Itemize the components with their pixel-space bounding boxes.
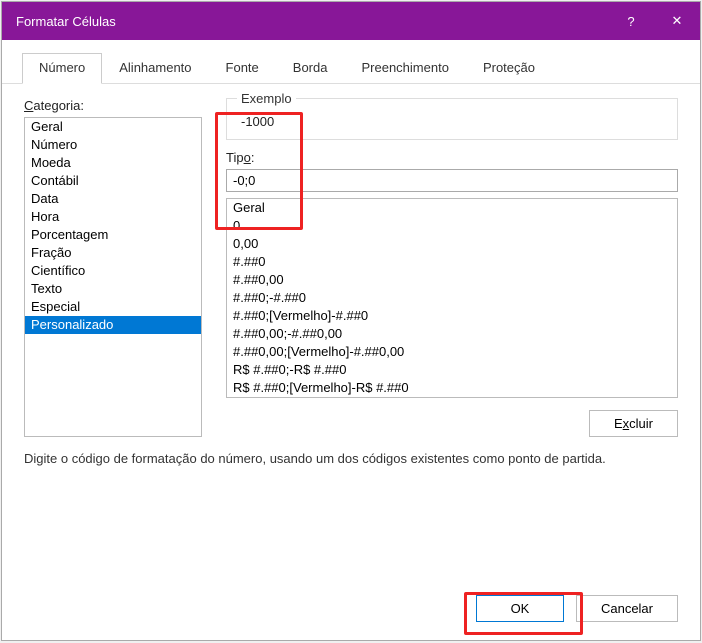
- hint-text: Digite o código de formatação do número,…: [24, 451, 678, 466]
- format-item[interactable]: #.##0;[Vermelho]-#.##0: [227, 307, 677, 325]
- example-legend: Exemplo: [237, 91, 296, 106]
- help-icon: ?: [627, 14, 634, 29]
- format-item[interactable]: #.##0: [227, 253, 677, 271]
- format-item[interactable]: Geral: [227, 199, 677, 217]
- tab-protecao[interactable]: Proteção: [466, 53, 552, 84]
- format-listbox[interactable]: Geral00,00#.##0#.##0,00#.##0;-#.##0#.##0…: [226, 198, 678, 398]
- window-title: Formatar Células: [16, 14, 116, 29]
- tipo-input[interactable]: [226, 169, 678, 192]
- tab-alinhamento[interactable]: Alinhamento: [102, 53, 208, 84]
- format-item[interactable]: 0: [227, 217, 677, 235]
- example-box: Exemplo -1000: [226, 98, 678, 140]
- format-cells-dialog: Formatar Células ? ✕ Número Alinhamento …: [1, 1, 701, 641]
- category-item[interactable]: Contábil: [25, 172, 201, 190]
- category-item[interactable]: Fração: [25, 244, 201, 262]
- ok-button[interactable]: OK: [476, 595, 564, 622]
- category-item[interactable]: Moeda: [25, 154, 201, 172]
- format-item[interactable]: #.##0,00;[Vermelho]-#.##0,00: [227, 343, 677, 361]
- example-value: -1000: [227, 114, 677, 129]
- help-button[interactable]: ?: [608, 2, 654, 40]
- format-item[interactable]: 0,00: [227, 235, 677, 253]
- titlebar: Formatar Células ? ✕: [2, 2, 700, 40]
- format-item[interactable]: R$ #.##0;[Vermelho]-R$ #.##0: [227, 379, 677, 397]
- category-item[interactable]: Texto: [25, 280, 201, 298]
- category-item[interactable]: Número: [25, 136, 201, 154]
- category-item[interactable]: Especial: [25, 298, 201, 316]
- format-item[interactable]: R$ #.##0;-R$ #.##0: [227, 361, 677, 379]
- format-item[interactable]: R$ #.##0,00;-R$ #.##0,00: [227, 397, 677, 398]
- delete-button[interactable]: Excluir: [589, 410, 678, 437]
- category-listbox[interactable]: GeralNúmeroMoedaContábilDataHoraPorcenta…: [24, 117, 202, 437]
- format-item[interactable]: #.##0,00: [227, 271, 677, 289]
- category-item[interactable]: Hora: [25, 208, 201, 226]
- category-item[interactable]: Personalizado: [25, 316, 201, 334]
- tab-preenchimento[interactable]: Preenchimento: [344, 53, 465, 84]
- dialog-body: Categoria: GeralNúmeroMoedaContábilDataH…: [2, 84, 700, 581]
- format-item[interactable]: #.##0,00;-#.##0,00: [227, 325, 677, 343]
- tabs: Número Alinhamento Fonte Borda Preenchim…: [2, 40, 700, 84]
- cancel-button[interactable]: Cancelar: [576, 595, 678, 622]
- tab-fonte[interactable]: Fonte: [209, 53, 276, 84]
- format-item[interactable]: #.##0;-#.##0: [227, 289, 677, 307]
- category-item[interactable]: Geral: [25, 118, 201, 136]
- category-item[interactable]: Científico: [25, 262, 201, 280]
- footer: OK Cancelar: [2, 581, 700, 640]
- category-item[interactable]: Data: [25, 190, 201, 208]
- tab-numero[interactable]: Número: [22, 53, 102, 84]
- category-label: Categoria:: [24, 98, 202, 113]
- category-item[interactable]: Porcentagem: [25, 226, 201, 244]
- tipo-label: Tipo:: [226, 150, 678, 165]
- close-icon: ✕: [672, 13, 683, 29]
- tab-borda[interactable]: Borda: [276, 53, 345, 84]
- close-button[interactable]: ✕: [654, 2, 700, 40]
